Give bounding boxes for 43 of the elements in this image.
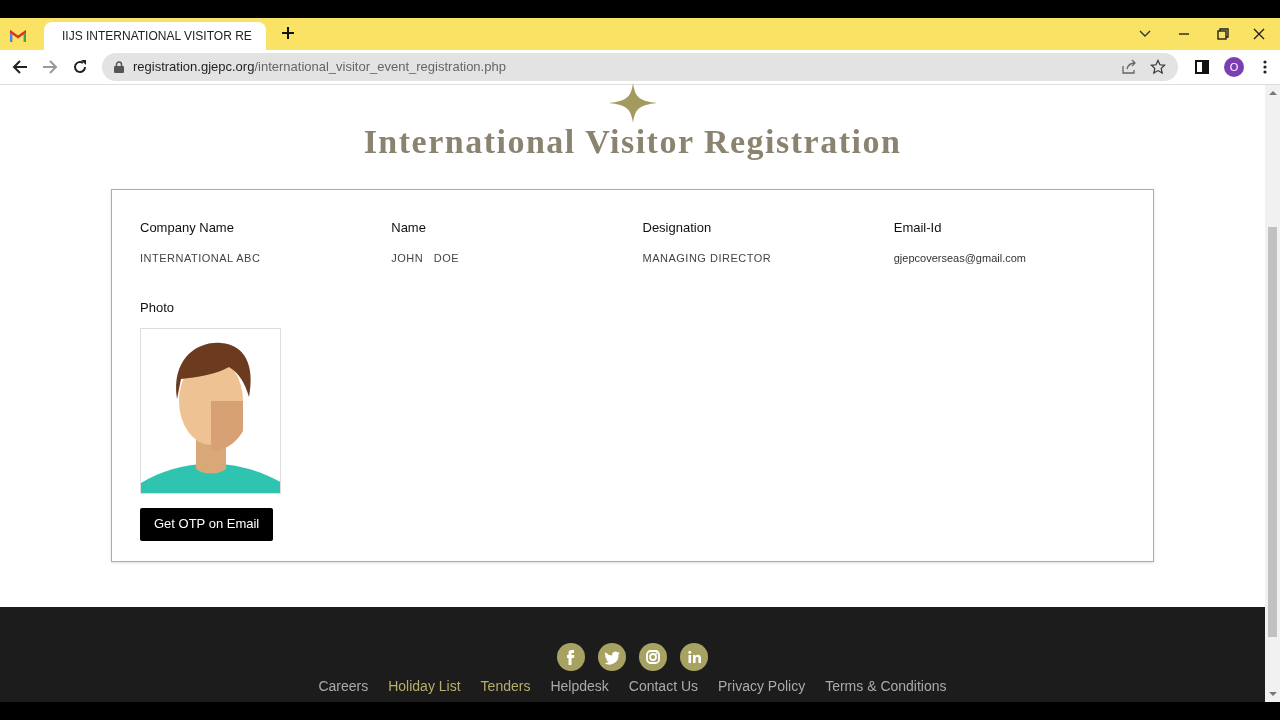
lock-icon — [114, 61, 124, 73]
footer-link[interactable]: Tenders — [480, 679, 531, 693]
star-icon[interactable] — [1150, 59, 1166, 75]
field-value: INTERNATIONAL ABC — [140, 250, 261, 266]
field-label: Email-Id — [893, 219, 943, 237]
share-icon[interactable] — [1121, 59, 1137, 75]
instagram-icon[interactable] — [639, 643, 667, 671]
menu-icon[interactable] — [1263, 60, 1267, 74]
scroll-up-icon[interactable] — [1268, 89, 1277, 97]
twitter-icon[interactable] — [598, 643, 626, 671]
facebook-icon[interactable] — [557, 643, 585, 671]
browser-tab[interactable]: IIJS INTERNATIONAL VISITOR RE — [44, 22, 266, 50]
side-panel-icon[interactable] — [1195, 60, 1209, 74]
restore-icon[interactable] — [1216, 27, 1230, 41]
field-value: MANAGING DIRECTOR — [642, 250, 772, 266]
tab-title: IIJS INTERNATIONAL VISITOR RE — [62, 28, 252, 45]
footer-link[interactable]: Careers — [318, 679, 369, 693]
mail-icon — [10, 30, 26, 42]
forward-arrow-icon[interactable] — [42, 59, 58, 75]
chevron-down-icon[interactable] — [1138, 29, 1152, 39]
get-otp-button[interactable]: Get OTP on Email — [140, 507, 274, 541]
field-label: Company Name — [140, 219, 235, 237]
back-arrow-icon[interactable] — [12, 59, 28, 75]
address-bar[interactable]: registration.gjepc.org/international_visitor_event_registration.php — [102, 53, 1178, 81]
footer-link[interactable]: Privacy Policy — [718, 679, 806, 693]
scrollbar-thumb[interactable] — [1268, 227, 1277, 637]
profile-avatar[interactable]: O — [1224, 57, 1244, 77]
scroll-down-icon[interactable] — [1268, 690, 1277, 698]
plus-icon — [281, 26, 295, 40]
footer-link[interactable]: Holiday List — [388, 679, 461, 693]
close-icon[interactable] — [1252, 27, 1266, 41]
field-label: Name — [391, 219, 427, 237]
page-title: International Visitor Registration — [363, 125, 902, 159]
reload-icon[interactable] — [72, 59, 88, 75]
linkedin-icon[interactable] — [680, 643, 708, 671]
footer-link[interactable]: Helpdesk — [550, 679, 609, 693]
field-value: JOHN DOE — [391, 250, 460, 266]
footer-link[interactable]: Contact Us — [628, 679, 699, 693]
photo-label: Photo — [140, 299, 175, 317]
field-value: gjepcoverseas@gmail.com — [893, 250, 1026, 266]
footer-link[interactable]: Terms & Conditions — [825, 679, 947, 693]
url-text: registration.gjepc.org/international_visitor_event_registration.php — [133, 58, 506, 77]
field-label: Designation — [642, 219, 713, 237]
